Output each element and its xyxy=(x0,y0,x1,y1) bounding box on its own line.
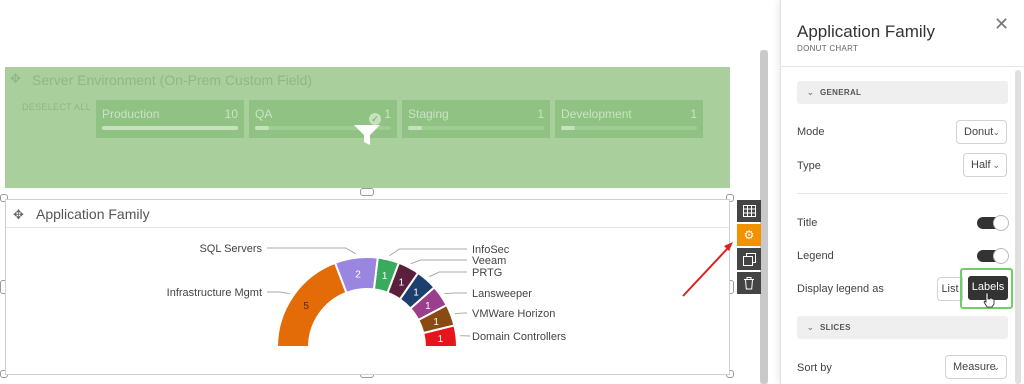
mode-value: Donut xyxy=(964,126,994,138)
slice-category-label: Veeam xyxy=(472,255,506,267)
slice-value-label: 1 xyxy=(438,334,444,345)
sort-value: Measure xyxy=(953,361,996,373)
donut-slice[interactable] xyxy=(275,261,348,348)
section-general[interactable]: ⌄ GENERAL xyxy=(797,81,1008,104)
section-label: SLICES xyxy=(820,323,851,332)
panel-title: Application Family xyxy=(797,22,935,41)
leader-line xyxy=(454,312,467,315)
leader-line xyxy=(267,291,290,295)
chevron-down-icon: ⌄ xyxy=(807,323,815,332)
chevron-down-icon: ⌄ xyxy=(807,88,815,97)
toggle-knob xyxy=(993,215,1009,231)
leader-line xyxy=(444,292,467,295)
title-label: Title xyxy=(797,217,818,229)
leader-line xyxy=(429,271,467,278)
sort-by-select[interactable]: Measure ⌄ xyxy=(945,355,1007,379)
section-label: GENERAL xyxy=(820,88,862,97)
widget-toolbar: ⚙ xyxy=(737,200,761,296)
slice-category-label: Domain Controllers xyxy=(472,331,567,343)
mode-label: Mode xyxy=(797,126,825,138)
panel-scrollbar[interactable] xyxy=(1015,70,1021,384)
slice-value-label: 1 xyxy=(433,317,439,328)
duplicate-icon[interactable] xyxy=(737,248,761,270)
slice-value-label: 1 xyxy=(425,301,431,312)
slice-category-label: SQL Servers xyxy=(199,243,262,255)
half-donut-chart: 5Infrastructure Mgmt2SQL Servers1InfoSec… xyxy=(167,243,567,348)
hand-cursor-icon xyxy=(983,292,995,308)
sort-by-label: Sort by xyxy=(797,362,832,374)
display-legend-label: Display legend as xyxy=(797,283,884,295)
toggle-knob xyxy=(993,248,1009,264)
slice-value-label: 5 xyxy=(303,301,309,312)
trash-icon[interactable] xyxy=(737,272,761,294)
slice-value-label: 1 xyxy=(382,271,388,282)
type-value: Half xyxy=(971,159,991,171)
dashboard-canvas: ✥ Server Environment (On-Prem Custom Fie… xyxy=(0,0,770,384)
legend-toggle[interactable] xyxy=(977,248,1009,264)
legend-label: Legend xyxy=(797,250,834,262)
slice-category-label: PRTG xyxy=(472,267,502,279)
canvas-scrollbar[interactable] xyxy=(760,50,768,384)
scroll-thumb[interactable] xyxy=(760,50,768,384)
type-select[interactable]: Half ⌄ xyxy=(963,153,1007,177)
close-icon[interactable]: ✕ xyxy=(994,14,1009,35)
leader-line xyxy=(267,247,356,255)
table-icon[interactable] xyxy=(737,200,761,222)
leader-line xyxy=(410,259,467,265)
divider xyxy=(797,193,1007,194)
chevron-down-icon: ⌄ xyxy=(992,127,1000,137)
slice-category-label: VMWare Horizon xyxy=(472,308,555,320)
slice-value-label: 2 xyxy=(355,270,361,281)
slice-value-label: 1 xyxy=(399,277,405,288)
type-label: Type xyxy=(797,160,821,172)
chevron-down-icon: ⌄ xyxy=(992,160,1000,170)
mode-select[interactable]: Donut ⌄ xyxy=(956,120,1007,144)
section-slices[interactable]: ⌄ SLICES xyxy=(797,316,1008,339)
divider xyxy=(781,66,1024,67)
panel-subtitle: DONUT CHART xyxy=(797,44,859,53)
leader-line xyxy=(389,248,467,257)
properties-panel: Application Family DONUT CHART ✕ ⌄ GENERA… xyxy=(780,0,1024,384)
chevron-down-icon: ⌄ xyxy=(992,362,1000,372)
slice-value-label: 1 xyxy=(413,288,419,299)
slice-category-label: Lansweeper xyxy=(472,288,532,300)
title-toggle[interactable] xyxy=(977,215,1009,231)
gear-icon[interactable]: ⚙ xyxy=(737,224,761,246)
slice-category-label: Infrastructure Mgmt xyxy=(167,287,262,299)
